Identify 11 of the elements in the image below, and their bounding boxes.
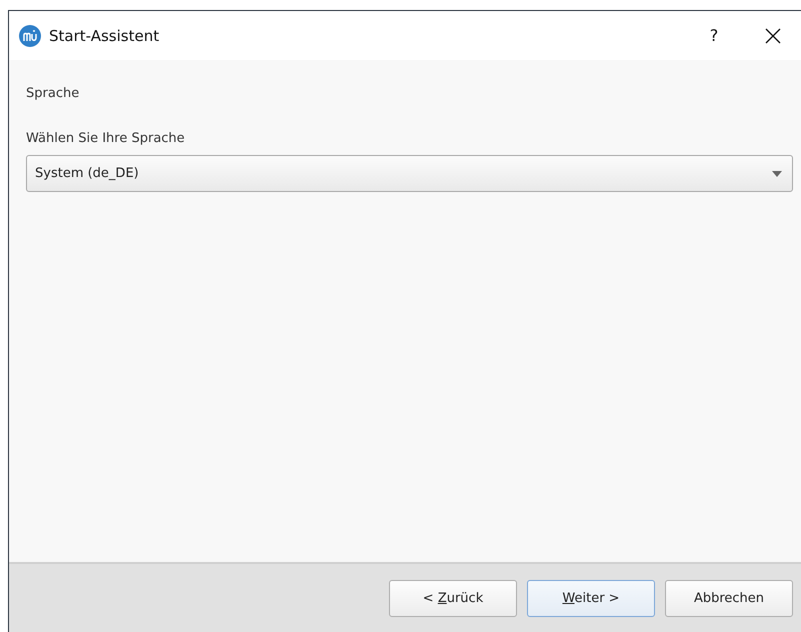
help-button[interactable]: ? [699, 26, 729, 45]
close-icon [765, 28, 781, 44]
dialog-button[interactable]: Abbrechen [665, 580, 793, 617]
dialog-button[interactable]: Weiter > [527, 580, 655, 617]
language-dropdown[interactable]: System (de_DE) [26, 155, 793, 192]
window-title: Start-Assistent [49, 26, 160, 44]
page-heading: Sprache [26, 86, 80, 101]
field-label: Wählen Sie Ihre Sprache [26, 131, 185, 146]
dropdown-arrow-icon [772, 170, 782, 176]
app-logo-icon [19, 24, 41, 46]
dialog-button[interactable]: < Zurück [389, 580, 517, 617]
